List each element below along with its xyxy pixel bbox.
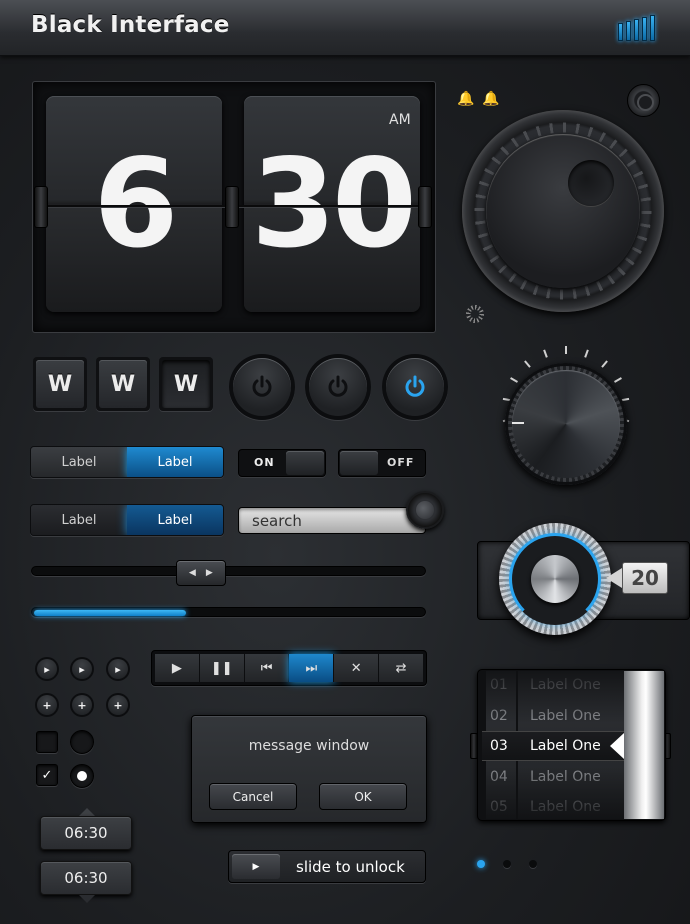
toggle-off-label: OFF [387,456,415,469]
close-icon: ✕ [350,660,362,676]
power-button-2[interactable] [305,354,371,420]
plus-icon: + [72,695,92,715]
app-title: Black Interface [31,12,230,38]
volume-knob-indicator [512,422,524,424]
segmented-control-1[interactable]: Label Label [30,446,224,478]
picker-scroll-wheel[interactable] [624,671,664,819]
clock-hinge-right [418,186,432,228]
tooltip-pointer-up [79,808,95,816]
key-label: W [36,360,84,408]
arrow-right-icon: ▶ [205,568,213,578]
picker-selection-pointer [610,733,624,759]
check-icon: ✓ [41,767,53,783]
power-icon [405,375,425,397]
volume-knob-face[interactable] [512,370,620,478]
segment-right-selected[interactable]: Label [127,447,223,477]
power-icon [252,375,272,397]
picker-fade [486,671,624,819]
next-button[interactable]: ⏭ [289,654,335,682]
power-icon [328,375,348,397]
time-tooltip-1: 06:30 [40,816,132,850]
slider-track[interactable] [31,566,426,576]
power-button-active[interactable] [382,354,448,420]
play-button-small[interactable]: ▸ [35,657,59,681]
play-icon: ▶ [171,660,182,676]
skip-forward-icon: ⏭ [305,660,318,676]
large-dial-face[interactable] [486,134,640,288]
play-button-small[interactable]: ▸ [106,657,130,681]
value-tag: 20 [622,562,668,594]
large-dial-grip [568,160,614,206]
clock-period: AM [389,112,411,128]
pause-button[interactable]: ❚❚ [199,654,245,682]
segmented-control-2[interactable]: Label Label [30,504,224,536]
radio-unchecked[interactable] [70,730,94,754]
signal-bars-icon [618,13,662,41]
checkbox-checked[interactable]: ✓ [36,764,58,786]
previous-button[interactable]: ⏮ [244,654,290,682]
ok-button[interactable]: OK [319,783,407,810]
power-button-1[interactable] [229,354,295,420]
play-icon: ▸ [108,659,128,679]
arrow-left-icon: ◀ [188,568,196,578]
plus-icon: + [108,695,128,715]
arrow-right-icon: ▶ [252,861,260,872]
page-indicator-dot[interactable] [477,860,485,868]
toggle-thumb[interactable] [340,451,378,475]
play-icon: ▸ [72,659,92,679]
search-placeholder: search [252,512,302,530]
checkbox-unchecked[interactable] [36,731,58,753]
search-button[interactable] [406,491,444,529]
loading-spinner-icon [466,305,484,323]
shuffle-button[interactable]: ⇄ [379,654,423,682]
page-indicator-dot[interactable] [529,860,537,868]
plus-icon: + [37,695,57,715]
tooltip-pointer-down [79,895,95,903]
add-button-small[interactable]: + [35,693,59,717]
toggle-thumb[interactable] [286,451,324,475]
toggle-switch-off[interactable]: OFF [338,449,426,477]
time-tooltip-2: 06:30 [40,861,132,895]
unlock-label: slide to unlock [296,858,405,876]
value-tag-pointer [606,568,622,588]
key-button-3[interactable]: W [159,357,213,411]
toggle-on-label: ON [254,456,275,469]
clock-hinge-left [34,186,48,228]
key-button-2[interactable]: W [96,357,150,411]
clock-minutes: 30 [251,133,417,275]
close-button[interactable]: ✕ [334,654,380,682]
radio-checked[interactable] [70,764,94,788]
dialog-title: message window [248,738,370,754]
bell-on-icon[interactable]: 🔔 [482,91,499,107]
shuffle-icon: ⇄ [395,660,407,676]
value-knob-center[interactable] [531,555,579,603]
unlock-handle[interactable]: ▶ [232,854,280,879]
play-icon: ▸ [37,659,57,679]
play-button[interactable]: ▶ [155,654,200,682]
progress-fill [34,610,186,616]
add-button-small[interactable]: + [70,693,94,717]
key-label: W [99,360,147,408]
key-button-1[interactable]: W [33,357,87,411]
segment-left[interactable]: Label [31,505,127,535]
clock-minutes-card: 30 [244,96,420,312]
cancel-button[interactable]: Cancel [209,783,297,810]
segment-right-selected[interactable]: Label [127,505,223,535]
clock-hours: 6 [93,133,179,275]
clock-hinge-middle [225,186,239,228]
pause-icon: ❚❚ [210,660,233,676]
skip-back-icon: ⏮ [260,660,273,676]
slider-thumb[interactable]: ◀ ▶ [175,560,226,586]
key-label: W [162,360,210,408]
add-button-small[interactable]: + [106,693,130,717]
media-controls: ▶ ❚❚ ⏮ ⏭ ✕ ⇄ [151,650,427,686]
clock-hours-card: 6 [46,96,222,312]
segment-left[interactable]: Label [31,447,127,477]
play-button-small[interactable]: ▸ [70,657,94,681]
record-button[interactable] [627,84,660,117]
page-indicator-dot[interactable] [503,860,511,868]
bell-off-icon[interactable]: 🔔 [457,91,474,107]
toggle-switch-on[interactable]: ON [238,449,326,477]
